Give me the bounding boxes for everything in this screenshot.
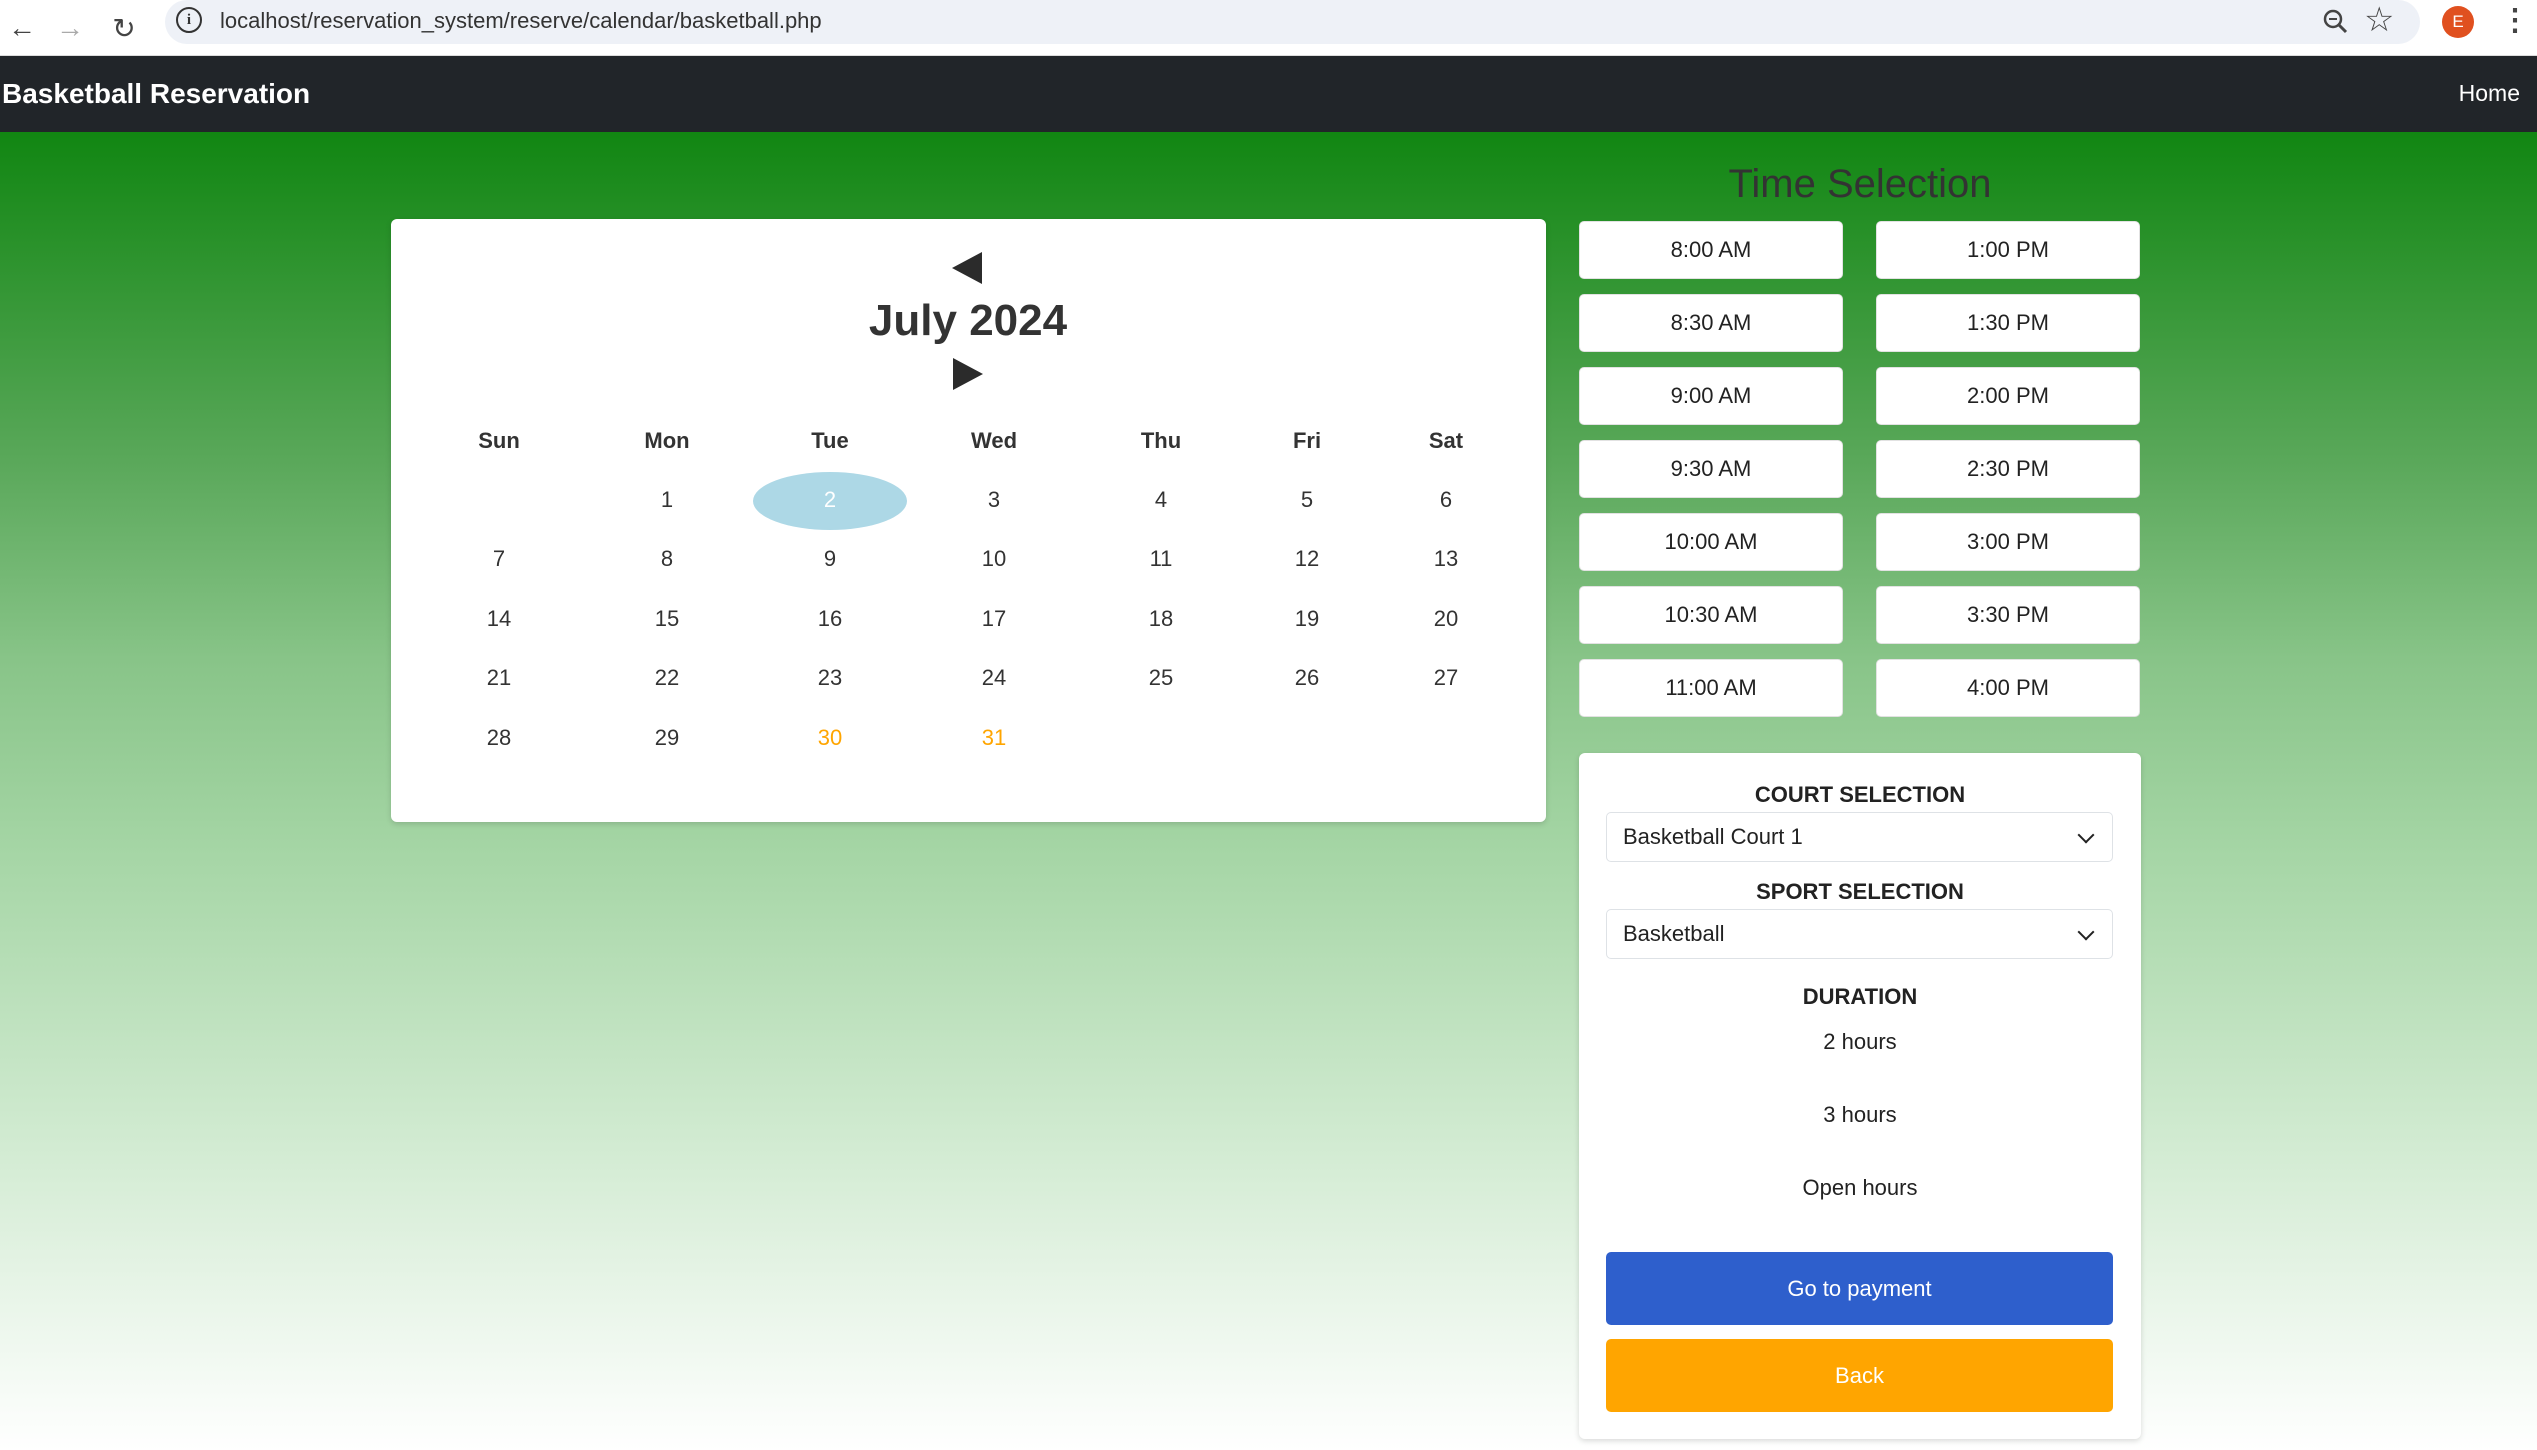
court-select-value: Basketball Court 1 bbox=[1623, 824, 1803, 849]
back-button[interactable]: Back bbox=[1606, 1339, 2113, 1412]
calendar-day[interactable]: 5 bbox=[1247, 480, 1367, 520]
weekday-header: Thu bbox=[1140, 428, 1182, 453]
calendar-day[interactable]: 26 bbox=[1247, 658, 1367, 698]
calendar-day[interactable]: 17 bbox=[934, 599, 1054, 639]
brand-title[interactable]: Basketball Reservation bbox=[2, 78, 310, 110]
duration-option-3-hours[interactable]: 3 hours bbox=[1579, 1102, 2141, 1128]
time-slot-button[interactable]: 3:00 PM bbox=[1876, 513, 2140, 571]
calendar-day[interactable]: 25 bbox=[1101, 658, 1221, 698]
app-navbar: Basketball Reservation Home bbox=[0, 56, 2537, 132]
sport-select-value: Basketball bbox=[1623, 921, 1725, 946]
browser-menu-icon[interactable]: ⋮ bbox=[2500, 2, 2530, 40]
chevron-down-icon bbox=[2077, 826, 2095, 844]
weekday-header: Wed bbox=[970, 428, 1018, 453]
calendar-day[interactable]: 29 bbox=[607, 718, 727, 758]
calendar-day[interactable]: 23 bbox=[770, 658, 890, 698]
time-slot-button[interactable]: 2:00 PM bbox=[1876, 367, 2140, 425]
calendar-day[interactable]: 13 bbox=[1386, 539, 1506, 579]
month-title: July 2024 bbox=[868, 296, 1068, 345]
time-slot-button[interactable]: 8:00 AM bbox=[1579, 221, 1843, 279]
court-selection-label: COURT SELECTION bbox=[1754, 782, 1966, 807]
calendar-day[interactable]: 16 bbox=[770, 599, 890, 639]
calendar-day[interactable]: 27 bbox=[1386, 658, 1506, 698]
calendar-day[interactable]: 2 bbox=[770, 480, 890, 520]
next-month-icon[interactable] bbox=[953, 358, 983, 390]
weekday-header: Mon bbox=[644, 428, 690, 453]
url-text[interactable]: localhost/reservation_system/reserve/cal… bbox=[220, 8, 822, 34]
court-select[interactable]: Basketball Court 1 bbox=[1606, 812, 2113, 862]
sport-selection-label: SPORT SELECTION bbox=[1756, 879, 1964, 904]
calendar-day[interactable]: 20 bbox=[1386, 599, 1506, 639]
weekday-header: Sat bbox=[1428, 428, 1464, 453]
calendar-day[interactable]: 15 bbox=[607, 599, 727, 639]
zoom-icon[interactable] bbox=[2318, 4, 2354, 40]
time-slot-button[interactable]: 2:30 PM bbox=[1876, 440, 2140, 498]
home-link[interactable]: Home bbox=[2459, 80, 2520, 107]
calendar-day[interactable]: 21 bbox=[439, 658, 559, 698]
duration-option-2-hours[interactable]: 2 hours bbox=[1579, 1029, 2141, 1055]
time-selection-title: Time Selection bbox=[1728, 162, 1992, 206]
calendar-day[interactable]: 22 bbox=[607, 658, 727, 698]
calendar-day[interactable]: 10 bbox=[934, 539, 1054, 579]
browser-toolbar: ← → ↻ i localhost/reservation_system/res… bbox=[0, 0, 2537, 56]
calendar-day[interactable]: 31 bbox=[934, 718, 1054, 758]
calendar-day[interactable]: 18 bbox=[1101, 599, 1221, 639]
time-slot-button[interactable]: 4:00 PM bbox=[1876, 659, 2140, 717]
calendar-day[interactable]: 6 bbox=[1386, 480, 1506, 520]
time-slot-button[interactable]: 9:00 AM bbox=[1579, 367, 1843, 425]
time-slot-button[interactable]: 9:30 AM bbox=[1579, 440, 1843, 498]
duration-option-open-hours[interactable]: Open hours bbox=[1579, 1175, 2141, 1201]
calendar-day[interactable]: 4 bbox=[1101, 480, 1221, 520]
calendar-day[interactable]: 11 bbox=[1101, 539, 1221, 579]
time-slot-button[interactable]: 10:00 AM bbox=[1579, 513, 1843, 571]
chevron-down-icon bbox=[2077, 923, 2095, 941]
prev-month-icon[interactable] bbox=[952, 252, 982, 284]
time-slot-button[interactable]: 1:30 PM bbox=[1876, 294, 2140, 352]
calendar-day[interactable]: 30 bbox=[770, 718, 890, 758]
reload-icon[interactable]: ↻ bbox=[102, 6, 146, 50]
weekday-header: Fri bbox=[1292, 428, 1322, 453]
calendar-day[interactable]: 7 bbox=[439, 539, 559, 579]
calendar-day[interactable]: 9 bbox=[770, 539, 890, 579]
duration-label: DURATION bbox=[1802, 984, 1918, 1009]
calendar-day[interactable]: 19 bbox=[1247, 599, 1367, 639]
calendar-day[interactable]: 3 bbox=[934, 480, 1054, 520]
site-info-icon[interactable]: i bbox=[176, 7, 202, 33]
calendar-day[interactable]: 28 bbox=[439, 718, 559, 758]
go-to-payment-button[interactable]: Go to payment bbox=[1606, 1252, 2113, 1325]
time-slot-button[interactable]: 8:30 AM bbox=[1579, 294, 1843, 352]
calendar-day[interactable]: 24 bbox=[934, 658, 1054, 698]
calendar-day[interactable]: 14 bbox=[439, 599, 559, 639]
back-arrow-icon[interactable]: ← bbox=[0, 6, 44, 50]
time-slot-button[interactable]: 11:00 AM bbox=[1579, 659, 1843, 717]
bookmark-star-icon[interactable]: ☆ bbox=[2364, 0, 2394, 40]
time-slot-button[interactable]: 10:30 AM bbox=[1579, 586, 1843, 644]
calendar-day[interactable]: 8 bbox=[607, 539, 727, 579]
calendar-day[interactable]: 12 bbox=[1247, 539, 1367, 579]
time-slot-button[interactable]: 3:30 PM bbox=[1876, 586, 2140, 644]
time-slot-button[interactable]: 1:00 PM bbox=[1876, 221, 2140, 279]
weekday-header: Sun bbox=[478, 428, 520, 453]
weekday-header: Tue bbox=[811, 428, 849, 453]
profile-avatar[interactable]: E bbox=[2442, 6, 2474, 38]
forward-arrow-icon[interactable]: → bbox=[48, 6, 92, 50]
calendar-day[interactable]: 1 bbox=[607, 480, 727, 520]
sport-select[interactable]: Basketball bbox=[1606, 909, 2113, 959]
